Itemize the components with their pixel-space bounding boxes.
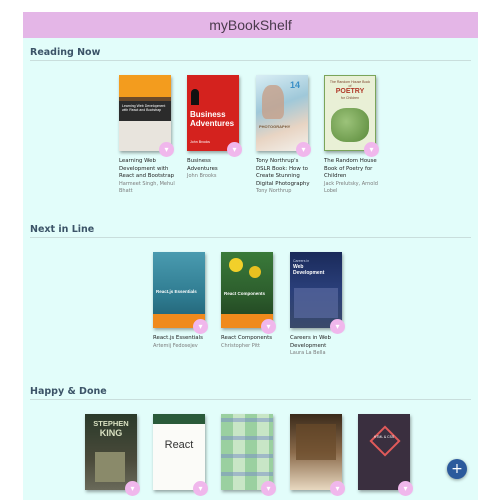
chevron-down-icon: ▾ [198, 322, 203, 331]
chevron-down-icon: ▾ [266, 322, 271, 331]
book-item: Learning Web Development with React and … [119, 75, 175, 195]
book-title: React.js Essentials [153, 335, 203, 341]
book-cover[interactable]: Business Adventures John Brooks [187, 75, 239, 151]
add-book-button[interactable]: + [447, 459, 467, 479]
book-cover[interactable]: HTML & CSS [358, 414, 410, 490]
book-cover[interactable]: React [153, 414, 205, 490]
book-item: ▾ [221, 414, 277, 496]
book-title: Careers in Web Development [290, 335, 331, 349]
book-author: John Brooks [187, 173, 217, 180]
chevron-down-icon: ▾ [335, 484, 340, 493]
book-item: React.js Essentials ▾ React.js Essential… [153, 252, 209, 350]
move-shelf-button[interactable]: ▾ [125, 481, 140, 496]
chevron-down-icon: ▾ [164, 145, 169, 154]
shelf-divider [30, 60, 471, 61]
move-shelf-button[interactable]: ▾ [330, 481, 345, 496]
book-author: Artemij Fedosejev [153, 342, 198, 349]
app-title: myBookShelf [209, 17, 292, 33]
book-cover[interactable]: 14 PHOTOGRAPHY [256, 75, 308, 151]
book-item: The Random House Book of POETRY for Chil… [324, 75, 380, 195]
app-header: myBookShelf [23, 12, 478, 38]
book-cover[interactable] [221, 414, 273, 490]
book-author: Christopher Pitt [221, 342, 261, 349]
book-cover[interactable]: React.js Essentials [153, 252, 205, 328]
chevron-down-icon: ▾ [403, 484, 408, 493]
book-title: The Random House Book of Poetry for Chil… [324, 158, 377, 180]
book-title: Tony Northrup's DSLR Book: How to Create… [256, 158, 310, 187]
chevron-down-icon: ▾ [335, 322, 340, 331]
book-item: ▾ [290, 414, 346, 496]
move-shelf-button[interactable]: ▾ [364, 142, 379, 157]
chevron-down-icon: ▾ [266, 484, 271, 493]
book-item: 14 PHOTOGRAPHY ▾ Tony Northrup's DSLR Bo… [256, 75, 312, 195]
shelf-title-next-in-line: Next in Line [30, 224, 95, 235]
book-item: Careers in Web Development ▾ Careers in … [290, 252, 346, 357]
book-author: Laura La Bella [290, 350, 326, 357]
move-shelf-button[interactable]: ▾ [296, 142, 311, 157]
book-cover[interactable]: The Random House Book of POETRY for Chil… [324, 75, 376, 151]
book-item: React Components ▾ React Components Chri… [221, 252, 277, 350]
book-title: Learning Web Development with React and … [119, 158, 175, 180]
chevron-down-icon: ▾ [232, 145, 237, 154]
chevron-down-icon: ▾ [198, 484, 203, 493]
book-item: React ▾ [153, 414, 209, 496]
move-shelf-button[interactable]: ▾ [227, 142, 242, 157]
move-shelf-button[interactable]: ▾ [330, 319, 345, 334]
book-cover[interactable] [290, 414, 342, 490]
shelf-title-happy-done: Happy & Done [30, 386, 107, 397]
bookshelf-area: Reading Now Learning Web Development wit… [23, 38, 478, 500]
chevron-down-icon: ▾ [301, 145, 306, 154]
book-author: Harmeet Singh, Mehul Bhatt [119, 180, 175, 194]
move-shelf-button[interactable]: ▾ [159, 142, 174, 157]
chevron-down-icon: ▾ [369, 145, 374, 154]
shelf-divider [30, 399, 471, 400]
move-shelf-button[interactable]: ▾ [193, 319, 208, 334]
chevron-down-icon: ▾ [130, 484, 135, 493]
shelf-divider [30, 237, 471, 238]
book-author: Jack Prelutsky, Arnold Lobel [324, 180, 378, 194]
shelf-title-reading-now: Reading Now [30, 47, 101, 58]
move-shelf-button[interactable]: ▾ [193, 481, 208, 496]
book-cover[interactable]: React Components [221, 252, 273, 328]
book-cover[interactable]: Learning Web Development with React and … [119, 75, 171, 151]
book-title: React Components [221, 335, 273, 341]
book-item: HTML & CSS ▾ [358, 414, 414, 496]
book-cover[interactable]: Careers in Web Development [290, 252, 342, 328]
move-shelf-button[interactable]: ▾ [398, 481, 413, 496]
move-shelf-button[interactable]: ▾ [261, 319, 276, 334]
book-item: STEPHEN KING ▾ [85, 414, 141, 496]
book-author: Tony Northrup [256, 188, 292, 195]
plus-icon: + [451, 461, 463, 477]
book-item: Business Adventures John Brooks ▾ Busine… [187, 75, 243, 180]
move-shelf-button[interactable]: ▾ [261, 481, 276, 496]
book-title: Business Adventures [187, 158, 218, 172]
book-cover[interactable]: STEPHEN KING [85, 414, 137, 490]
